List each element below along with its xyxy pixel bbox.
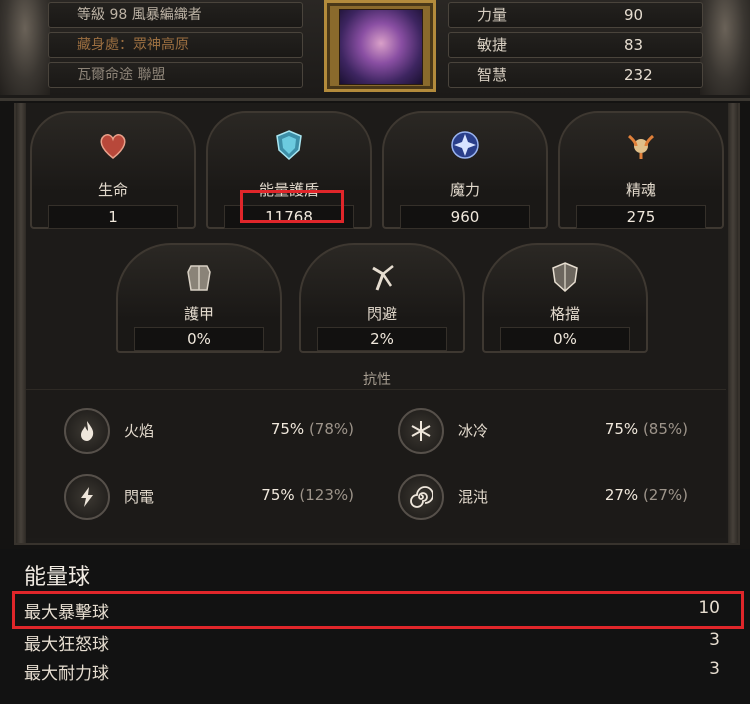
energy-shield-icon xyxy=(269,125,309,165)
lightning-icon xyxy=(64,474,110,520)
stat-label: 精魂 xyxy=(625,181,656,199)
league-line: 瓦爾命途 聯盟 xyxy=(48,62,303,88)
stat-label: 閃避 xyxy=(366,305,397,323)
stat-value: 0% xyxy=(134,327,264,351)
stat-card-evasion[interactable]: 閃避 2% xyxy=(299,243,465,353)
resistance-name: 閃電 xyxy=(124,488,155,506)
statue-decoration-right xyxy=(700,0,750,95)
mana-icon xyxy=(445,125,485,165)
stat-value: 2% xyxy=(317,327,447,351)
cold-icon xyxy=(398,408,444,454)
resistance-max: (78%) xyxy=(308,420,354,438)
armour-icon xyxy=(179,257,219,297)
resistance-value: 27% (27%) xyxy=(604,486,688,504)
attribute-strength[interactable]: 力量 90 xyxy=(448,2,703,28)
charge-row-endurance[interactable]: 最大耐力球 3 xyxy=(24,659,720,685)
attribute-label: 智慧 xyxy=(477,66,508,84)
attribute-value: 83 xyxy=(624,36,644,54)
resistance-max: (123%) xyxy=(299,486,354,504)
pillar-left xyxy=(16,103,26,543)
resistance-chaos[interactable]: 混沌 27% (27%) xyxy=(398,474,688,520)
stat-card-spirit[interactable]: 精魂 275 xyxy=(558,111,724,229)
statue-decoration-left xyxy=(0,0,50,95)
stat-card-life[interactable]: 生命 1 xyxy=(30,111,196,229)
attribute-label: 敏捷 xyxy=(477,36,508,54)
charge-value: 3 xyxy=(709,630,720,650)
stat-card-armour[interactable]: 護甲 0% xyxy=(116,243,282,353)
stat-value: 275 xyxy=(576,205,706,229)
resistance-max: (85%) xyxy=(642,420,688,438)
stat-label: 魔力 xyxy=(449,181,480,199)
attribute-dexterity[interactable]: 敏捷 83 xyxy=(448,32,703,58)
character-portrait xyxy=(324,0,436,92)
resistances-title: 抗性 xyxy=(363,372,391,388)
stat-value: 0% xyxy=(500,327,630,351)
stat-value: 960 xyxy=(400,205,530,229)
character-info: 等級 98 風暴編織者 藏身處：眾神高原 瓦爾命途 聯盟 xyxy=(48,2,303,92)
resistance-name: 混沌 xyxy=(458,488,489,506)
block-icon xyxy=(545,257,585,297)
resistance-name: 火焰 xyxy=(124,422,155,440)
power-charge-highlight xyxy=(12,591,744,629)
stat-label: 護甲 xyxy=(183,305,214,323)
resistance-name: 冰冷 xyxy=(458,422,489,440)
stat-value: 1 xyxy=(48,205,178,229)
resistance-cold[interactable]: 冰冷 75% (85%) xyxy=(398,408,688,454)
pillar-right xyxy=(728,103,738,543)
charges-title: 能量球 xyxy=(24,565,91,590)
charge-row-frenzy[interactable]: 最大狂怒球 3 xyxy=(24,630,720,656)
charge-name: 最大狂怒球 xyxy=(24,635,109,655)
fire-icon xyxy=(64,408,110,454)
hideout-line[interactable]: 藏身處：眾神高原 xyxy=(48,32,303,58)
stat-label: 格擋 xyxy=(549,305,580,323)
evasion-icon xyxy=(362,257,402,297)
resistance-value: 75% (78%) xyxy=(270,420,354,438)
energy-shield-highlight xyxy=(240,190,344,223)
stat-label: 生命 xyxy=(97,181,128,199)
attribute-intelligence[interactable]: 智慧 232 xyxy=(448,62,703,88)
attributes: 力量 90 敏捷 83 智慧 232 xyxy=(448,2,703,92)
resistance-fire[interactable]: 火焰 75% (78%) xyxy=(64,408,354,454)
resistance-value: 75% (123%) xyxy=(261,486,354,504)
attribute-value: 90 xyxy=(624,6,644,24)
charge-name: 最大耐力球 xyxy=(24,664,109,684)
level-class-line: 等級 98 風暴編織者 xyxy=(48,2,303,28)
resistance-max: (27%) xyxy=(642,486,688,504)
heart-icon xyxy=(93,125,133,165)
resistance-value: 75% (85%) xyxy=(604,420,688,438)
character-header: 等級 98 風暴編織者 藏身處：眾神高原 瓦爾命途 聯盟 力量 90 敏捷 83… xyxy=(0,0,750,101)
resistances-panel: 火焰 75% (78%) 冰冷 75% (85%) 閃電 75% (123%) … xyxy=(26,389,726,538)
attribute-value: 232 xyxy=(624,66,653,84)
portrait-image xyxy=(339,9,423,85)
charge-value: 3 xyxy=(709,659,720,679)
spirit-icon xyxy=(621,125,661,165)
chaos-icon xyxy=(398,474,444,520)
stat-card-mana[interactable]: 魔力 960 xyxy=(382,111,548,229)
defence-panel: 生命 1 能量護盾 11768 魔力 960 精魂 275 護甲 0% 閃避 2… xyxy=(14,103,740,545)
stat-card-block[interactable]: 格擋 0% xyxy=(482,243,648,353)
resistance-lightning[interactable]: 閃電 75% (123%) xyxy=(64,474,354,520)
attribute-label: 力量 xyxy=(477,6,508,24)
